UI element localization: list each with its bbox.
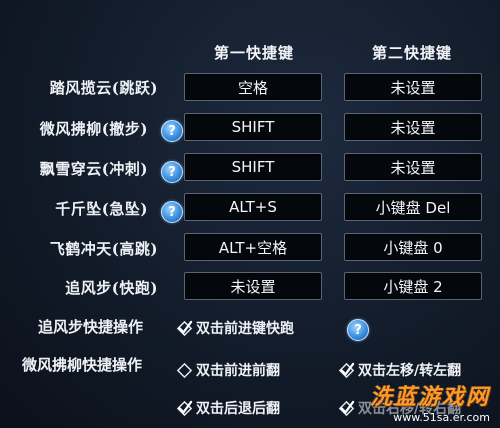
fall-first-key[interactable]: ALT+S — [184, 193, 322, 221]
jump-first-key[interactable]: 空格 — [184, 73, 322, 101]
watermark-url: www.51sa.er.com — [393, 411, 490, 424]
checked-diamond-icon — [338, 400, 355, 416]
dodge-first-key[interactable]: SHIFT — [184, 113, 322, 141]
double-tap-back-flip-checkbox[interactable]: 双击后退后翻 — [176, 398, 280, 418]
sprint-second-key[interactable]: 小键盘 2 — [344, 272, 482, 300]
sprint-first-key[interactable]: 未设置 — [184, 272, 322, 300]
jump-second-key[interactable]: 未设置 — [344, 73, 482, 101]
dash-first-key[interactable]: SHIFT — [184, 153, 322, 181]
dash-help-icon[interactable]: ? — [161, 161, 183, 183]
site-watermark: 洗蓝游戏网 www.51sa.er.com — [370, 379, 490, 424]
double-tap-back-flip-text: 双击后退后翻 — [196, 401, 280, 417]
second-hotkey-header: 第二快捷键 — [372, 44, 453, 62]
double-tap-forward-sprint-text: 双击前进键快跑 — [196, 321, 294, 337]
checked-diamond-icon — [176, 400, 193, 416]
row-label-high-jump: 飞鹤冲天(高跳) — [49, 240, 158, 258]
watermark-logo-text: 洗蓝游戏网 — [369, 385, 490, 410]
row-label-dodge: 微风拂柳(撤步) — [39, 120, 148, 138]
row-label-sprint: 追风步(快跑) — [65, 279, 158, 297]
double-tap-forward-sprint-checkbox[interactable]: 双击前进键快跑 — [176, 318, 294, 338]
fall-second-key[interactable]: 小键盘 Del — [344, 193, 482, 221]
double-tap-left-flip-checkbox[interactable]: 双击左移/转左翻 — [338, 360, 461, 380]
double-tap-left-flip-text: 双击左移/转左翻 — [358, 363, 462, 379]
checked-diamond-icon — [338, 362, 355, 378]
dodge-second-key[interactable]: 未设置 — [344, 113, 482, 141]
row-label-dash: 飘雪穿云(冲刺) — [39, 160, 148, 178]
checked-diamond-icon — [176, 320, 193, 336]
dodge-help-icon[interactable]: ? — [161, 120, 183, 142]
first-hotkey-header: 第一快捷键 — [214, 44, 295, 62]
row-label-fall: 千斤坠(急坠) — [55, 200, 148, 218]
sprint-quick-op-help-icon[interactable]: ? — [347, 319, 369, 341]
double-tap-forward-flip-text: 双击前进前翻 — [196, 363, 280, 379]
sprint-quick-op-label: 追风步快捷操作 — [38, 318, 144, 336]
high-jump-first-key[interactable]: ALT+空格 — [184, 233, 322, 261]
fall-help-icon[interactable]: ? — [161, 201, 183, 223]
unchecked-diamond-icon — [176, 362, 193, 378]
dash-second-key[interactable]: 未设置 — [344, 153, 482, 181]
row-label-jump: 踏风揽云(跳跃) — [49, 79, 158, 97]
dodge-quick-op-label: 微风拂柳快捷操作 — [22, 356, 143, 374]
high-jump-second-key[interactable]: 小键盘 0 — [344, 233, 482, 261]
double-tap-forward-flip-checkbox[interactable]: 双击前进前翻 — [176, 360, 280, 380]
